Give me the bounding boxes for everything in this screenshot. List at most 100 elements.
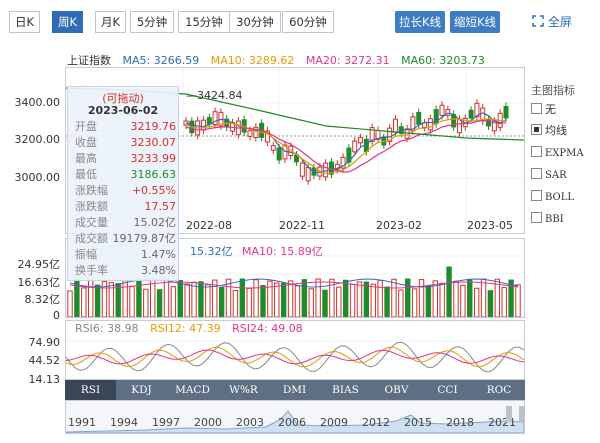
indicator-option-expma[interactable]: EXPMA xyxy=(531,145,584,161)
ma60-value: MA60: 3203.73 xyxy=(401,54,485,67)
popup-key: 涨跌额 xyxy=(75,200,108,213)
kline-candle xyxy=(416,111,422,125)
tab-30min[interactable]: 30分钟 xyxy=(229,11,281,33)
date-label: 2022-11 xyxy=(279,219,325,232)
popup-row: 最低 3186.63 xyxy=(75,168,176,182)
price-axis-label-2: 3200.00 xyxy=(14,133,61,146)
fullscreen-icon xyxy=(532,15,544,27)
timeline-year: 2012 xyxy=(362,416,390,429)
tab-15min[interactable]: 15分钟 xyxy=(178,11,230,33)
popup-row: 涨跌幅 +0.55% xyxy=(75,184,176,198)
kline-candle xyxy=(206,117,212,125)
kline-candle xyxy=(439,104,445,116)
volume-bar xyxy=(398,289,404,317)
timeline-year: 1994 xyxy=(110,416,138,429)
popup-value: 3230.07 xyxy=(130,136,177,149)
peak-price-label: —3424.84 xyxy=(186,89,243,102)
indicator-tab-bar: RSI KDJ MACD W%R DMI BIAS OBV CCI ROC xyxy=(65,380,525,400)
rsi-axis-label: 14.13 xyxy=(28,373,61,386)
indicator-option-sar[interactable]: SAR xyxy=(531,167,567,183)
volume-bar xyxy=(191,281,197,317)
rsi12-value: RSI12: 47.39 xyxy=(150,322,221,335)
shrink-kline-button[interactable]: 缩短K线 xyxy=(450,11,500,33)
volume-bar xyxy=(253,279,259,317)
tab-daily-k[interactable]: 日K xyxy=(9,11,40,33)
volume-bar xyxy=(129,285,135,317)
volume-bar xyxy=(473,287,480,317)
indicator-tab-bias[interactable]: BIAS xyxy=(320,380,371,400)
kline-candle xyxy=(352,140,358,153)
indicator-tab-wr[interactable]: W%R xyxy=(218,380,269,400)
volume-bar xyxy=(274,282,280,317)
volume-bar xyxy=(467,279,473,317)
stretch-kline-button[interactable]: 拉长K线 xyxy=(395,11,445,33)
popup-value: 3.48% xyxy=(141,264,176,277)
rsi6-value: RSI6: 38.98 xyxy=(75,322,139,335)
volume-axis-label: 16.63亿 xyxy=(17,276,61,289)
volume-bar xyxy=(453,280,459,317)
kline-candle xyxy=(276,147,282,161)
rsi-line xyxy=(66,341,524,373)
checkbox-icon xyxy=(531,168,542,179)
timeline-year: 2000 xyxy=(194,416,222,429)
volume-bar xyxy=(363,281,370,317)
popup-key: 振幅 xyxy=(75,248,97,261)
fullscreen-label: 全屏 xyxy=(547,15,572,29)
checkbox-icon xyxy=(531,146,542,157)
kline-candle xyxy=(247,130,253,137)
indicator-tab-roc[interactable]: ROC xyxy=(473,380,525,400)
volume-bar xyxy=(356,281,363,317)
volume-bar xyxy=(418,279,425,317)
timeline-handle-right[interactable] xyxy=(519,406,525,422)
volume-bar xyxy=(370,283,376,317)
popup-key: 涨跌幅 xyxy=(75,184,108,197)
indicator-tab-kdj[interactable]: KDJ xyxy=(116,380,167,400)
tab-60min[interactable]: 60分钟 xyxy=(282,11,334,33)
volume-bar xyxy=(67,290,73,317)
popup-value: 1.47% xyxy=(141,248,176,261)
indicator-tab-obv[interactable]: OBV xyxy=(371,380,422,400)
volume-bar xyxy=(87,279,94,317)
indicator-option-none[interactable]: 无 xyxy=(531,102,556,118)
volume-bar xyxy=(391,278,397,317)
tab-monthly-k[interactable]: 月K xyxy=(95,11,126,33)
ma5-value: MA5: 3266.59 xyxy=(122,54,200,67)
volume-ma5: 15.32亿 xyxy=(190,245,233,258)
fullscreen-button[interactable]: 全屏 xyxy=(532,13,572,30)
kline-candle xyxy=(270,145,276,151)
ma-legend: 上证指数 MA5: 3266.59 MA10: 3289.62 MA20: 32… xyxy=(67,52,493,68)
popup-key: 开盘 xyxy=(75,120,97,133)
checkbox-checked-icon xyxy=(531,124,542,135)
kline-candle xyxy=(200,119,206,131)
date-label: 2023-05 xyxy=(467,219,513,232)
indicator-option-boll[interactable]: BOLL xyxy=(531,189,574,205)
timeline-year: 2006 xyxy=(278,416,306,429)
popup-row: 收盘 3230.07 xyxy=(75,136,176,150)
price-axis-label-1: 3400.00 xyxy=(14,96,61,109)
rsi-axis-label: 74.90 xyxy=(28,336,61,349)
rsi24-value: RSI24: 49.08 xyxy=(232,322,303,335)
volume-bar xyxy=(150,278,156,317)
timeline-year: 2009 xyxy=(320,416,348,429)
rsi-legend: RSI6: 38.98 RSI12: 47.39 RSI24: 49.08 xyxy=(75,322,303,335)
ma20-value: MA20: 3272.31 xyxy=(305,54,390,67)
timeline-year: 2018 xyxy=(446,416,474,429)
volume-bar xyxy=(336,286,342,317)
rsi-line xyxy=(66,349,524,365)
popup-value: 17.57 xyxy=(144,200,177,213)
timeline-handle-left[interactable] xyxy=(506,406,512,422)
popup-key: 换手率 xyxy=(75,264,108,277)
indicator-tab-rsi[interactable]: RSI xyxy=(65,380,116,400)
indicator-tab-dmi[interactable]: DMI xyxy=(269,380,320,400)
indicator-option-ma[interactable]: 均线 xyxy=(531,123,567,139)
volume-bar xyxy=(349,283,356,317)
indicator-tab-cci[interactable]: CCI xyxy=(422,380,473,400)
ohlc-popup[interactable]: (可拖动) 2023-06-02 开盘 3219.76 收盘 3230.07 最高 323… xyxy=(67,86,179,281)
popup-key: 最低 xyxy=(75,168,97,181)
checkbox-icon xyxy=(531,190,542,201)
indicator-tab-macd[interactable]: MACD xyxy=(167,380,218,400)
indicator-option-bbi[interactable]: BBI xyxy=(531,211,564,227)
popup-row: 振幅 1.47% xyxy=(75,248,176,262)
tab-5min[interactable]: 5分钟 xyxy=(130,11,174,33)
tab-weekly-k[interactable]: 周K xyxy=(52,11,83,33)
